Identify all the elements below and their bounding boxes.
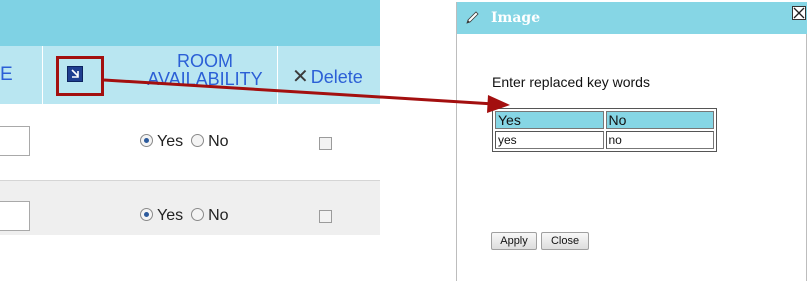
annotation-arrow [103, 78, 510, 113]
